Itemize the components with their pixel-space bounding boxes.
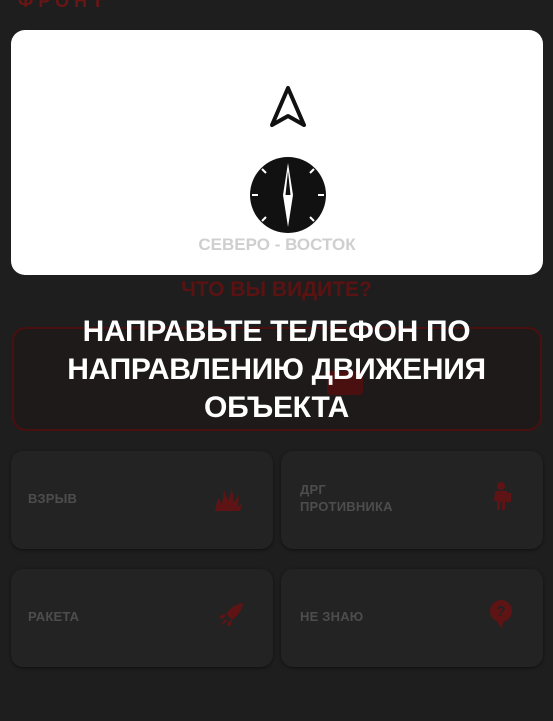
compass-icon — [250, 157, 326, 233]
option-explosion[interactable]: ВЗРЫВ — [11, 451, 273, 549]
rocket-icon — [219, 603, 243, 627]
option-label: ДРГ ПРОТИВНИКА — [300, 481, 393, 515]
option-label: ВЗРЫВ — [28, 491, 78, 506]
instruction-line-1: НАПРАВЬТЕ ТЕЛЕФОН ПО — [82, 315, 471, 348]
app-title: ФРОНТ — [18, 0, 109, 11]
soldier-icon — [494, 482, 511, 510]
option-dont-know[interactable]: НЕ ЗНАЮ ? — [281, 569, 543, 667]
explosion-icon — [215, 489, 242, 511]
option-rocket[interactable]: РАКЕТА — [11, 569, 273, 667]
option-label-line-2: ПРОТИВНИКА — [300, 499, 393, 514]
instruction-line-3: ОБЪЕКТА — [204, 391, 349, 424]
option-label: РАКЕТА — [28, 609, 80, 624]
question-icon: ? — [490, 600, 512, 628]
instruction-line-2: НАПРАВЛЕНИЮ ДВИЖЕНИЯ — [67, 353, 486, 386]
compass-popup: СЕВЕРО - ВОСТОК — [11, 30, 543, 275]
option-label-line-1: ДРГ — [300, 482, 326, 497]
navigation-arrow-icon — [270, 86, 306, 127]
option-label: НЕ ЗНАЮ — [300, 609, 364, 624]
svg-text:?: ? — [496, 603, 505, 620]
question-heading: ЧТО ВЫ ВИДИТЕ? — [181, 278, 372, 301]
option-enemy-group[interactable]: ДРГ ПРОТИВНИКА — [281, 451, 543, 549]
screen: ФРОНТ СЕВЕРО - ВОСТОК ЧТО ВЫ ВИДИТЕ? НАП… — [0, 0, 553, 721]
direction-label: СЕВЕРО - ВОСТОК — [198, 235, 356, 254]
instruction-overlay: НАПРАВЬТЕ ТЕЛЕФОН ПО НАПРАВЛЕНИЮ ДВИЖЕНИ… — [4, 313, 549, 427]
